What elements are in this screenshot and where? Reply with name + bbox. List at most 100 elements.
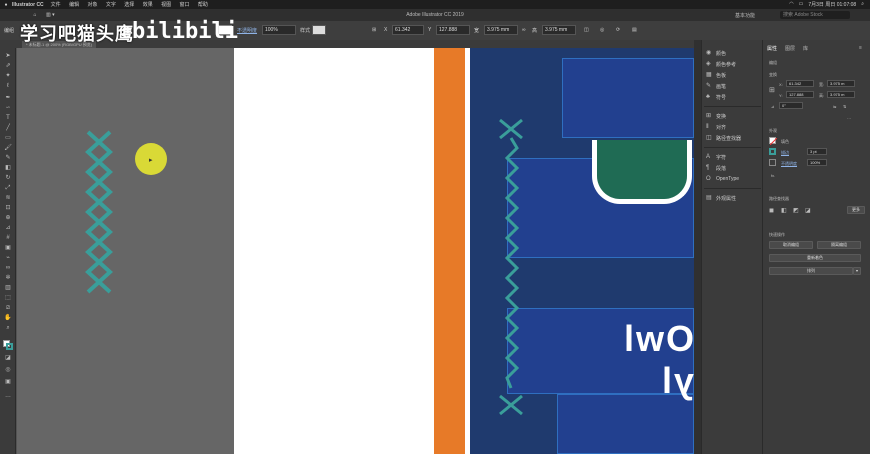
opacity-field[interactable]: 100% [807,159,827,166]
exclude-icon[interactable]: ◪ [805,207,811,214]
battery-icon[interactable]: ▭ [799,1,804,8]
menu-view[interactable]: 视图 [161,2,171,8]
panel-transform[interactable]: ⊞ 变换 [706,111,726,121]
h-field[interactable]: 3.975 m [827,91,855,98]
stroke-swatch[interactable] [769,148,776,155]
menu-window[interactable]: 窗口 [180,2,190,8]
direct-selection-tool-icon[interactable]: ⇗ [3,62,13,70]
eyedropper-tool-icon[interactable]: ⌁ [3,254,13,262]
stock-search-input[interactable]: 搜索 Adobe Stock [780,11,850,19]
angle-field[interactable]: 0° [779,102,803,109]
tab-libraries[interactable]: 库 [803,45,808,52]
isolate-icon[interactable]: ◫ [584,27,589,33]
blend-tool-icon[interactable]: ∞ [3,264,13,272]
graph-tool-icon[interactable]: ▥ [3,284,13,292]
panel-appearance[interactable]: ▤ 外观属性 [706,193,736,203]
green-rounded-shape[interactable] [592,140,692,204]
artboard-blank[interactable] [234,48,434,454]
workspace-switcher[interactable]: 基本功能 [735,12,755,19]
x-field[interactable]: 61.342 [392,25,424,35]
w-field[interactable]: 3.975 mm [484,25,518,35]
menu-effect[interactable]: 效果 [143,2,153,8]
intersect-icon[interactable]: ◩ [793,207,799,214]
pen-tool-icon[interactable]: ✒ [3,94,13,102]
perspective-grid-icon[interactable]: ⊿ [3,224,13,232]
arrange-dropdown-icon[interactable]: ▾ [853,267,861,275]
menu-file[interactable]: 文件 [51,2,61,8]
recolor-button[interactable]: 重新着色 [769,254,861,262]
tab-layers[interactable]: 图层 [785,45,795,52]
lasso-tool-icon[interactable]: ℓ [3,82,13,90]
menu-help[interactable]: 帮助 [198,2,208,8]
pencil-tool-icon[interactable]: ✎ [3,154,13,162]
curvature-tool-icon[interactable]: ∽ [3,104,13,112]
arrange-icon[interactable]: ▤ [632,27,637,33]
flip-vertical-icon[interactable]: ⇅ [843,104,846,109]
fx-button[interactable]: fx. [771,173,775,178]
canvas[interactable]: ▸ Owl yl [17,48,694,454]
scale-tool-icon[interactable]: ⤢ [3,184,13,192]
x-field[interactable]: 61.342 [786,80,814,87]
menu-type[interactable]: 文字 [106,2,116,8]
owl-mirrored-text[interactable]: Owl yl [597,318,694,402]
zoom-tool-icon[interactable]: ⌕ [3,324,13,332]
transform-icon[interactable]: ⟳ [616,27,620,33]
orange-strip[interactable] [434,48,465,454]
panel-brushes[interactable]: ✎ 画笔 [706,81,726,91]
unite-icon[interactable]: ◼ [769,207,774,214]
ungroup-button[interactable]: 取消编组 [769,241,813,249]
line-tool-icon[interactable]: ╱ [3,124,13,132]
more-options-icon[interactable]: ··· [847,116,851,121]
panel-dock-strip[interactable] [694,40,701,454]
panel-opentype[interactable]: O OpenType [706,174,739,184]
y-field[interactable]: 127.888 [786,91,814,98]
shape-builder-icon[interactable]: ⊕ [3,214,13,222]
warp-tool-icon[interactable]: ≋ [3,194,13,202]
panel-symbols[interactable]: ♣ 符号 [706,92,726,102]
panel-color-guide[interactable]: ◈ 颜色参考 [706,59,736,69]
color-mode-icon[interactable]: ◪ [3,354,13,362]
draw-mode-icon[interactable]: ◎ [3,366,13,374]
menu-object[interactable]: 对象 [87,2,97,8]
fill-swatch[interactable] [769,137,777,145]
symbol-sprayer-icon[interactable]: ✲ [3,274,13,282]
hand-tool-icon[interactable]: ✋ [3,314,13,322]
opacity-field[interactable]: 100% [262,25,296,35]
isolate-group-button[interactable]: 隔离编组 [817,241,861,249]
panel-paragraph[interactable]: ¶ 段落 [706,163,726,173]
panel-menu-icon[interactable]: ≡ [859,45,862,51]
panel-align[interactable]: ⫴ 对齐 [706,122,726,132]
menu-edit[interactable]: 编辑 [69,2,79,8]
artboard-tool-icon[interactable]: ⬚ [3,294,13,302]
screen-mode-icon[interactable]: ▣ [3,378,13,386]
app-name-menu[interactable]: Illustrator CC [12,2,44,8]
rotate-tool-icon[interactable]: ↻ [3,174,13,182]
panel-character[interactable]: A 字符 [706,152,726,162]
tab-properties[interactable]: 属性 [767,45,777,52]
stroke-weight-field[interactable]: 3 pt [807,148,827,155]
clock[interactable]: 7月3日 周日 01:07:08 [808,1,856,8]
flip-horizontal-icon[interactable]: ⇋ [833,104,836,109]
apple-icon[interactable]: ● [0,2,12,8]
opacity-label[interactable]: 不透明度 [781,161,797,167]
panel-color[interactable]: ◉ 颜色 [706,48,726,58]
selection-tool-icon[interactable]: ➤ [3,52,13,60]
y-field[interactable]: 127.888 [436,25,470,35]
menu-select[interactable]: 选择 [124,2,134,8]
arrange-button[interactable]: 排列 [769,267,853,275]
blue-block-bottom[interactable] [557,394,694,454]
mesh-tool-icon[interactable]: # [3,234,13,242]
panel-swatches[interactable]: ▦ 色板 [706,70,726,80]
rectangle-tool-icon[interactable]: ▭ [3,134,13,142]
zigzag-pattern-right[interactable] [498,118,524,418]
home-icon[interactable]: ⌂ [30,12,40,18]
constrain-icon[interactable]: ∞ [522,27,526,33]
h-field[interactable]: 3.975 mm [542,25,576,35]
zigzag-pattern-left[interactable] [84,128,114,308]
more-pathfinder-button[interactable]: 更多 [847,206,865,214]
type-tool-icon[interactable]: T [3,114,13,122]
opacity-label[interactable]: 不透明度 [237,27,257,34]
paintbrush-tool-icon[interactable]: 🖌 [3,144,13,152]
minus-front-icon[interactable]: ◧ [781,207,787,214]
slice-tool-icon[interactable]: ⧄ [3,304,13,312]
